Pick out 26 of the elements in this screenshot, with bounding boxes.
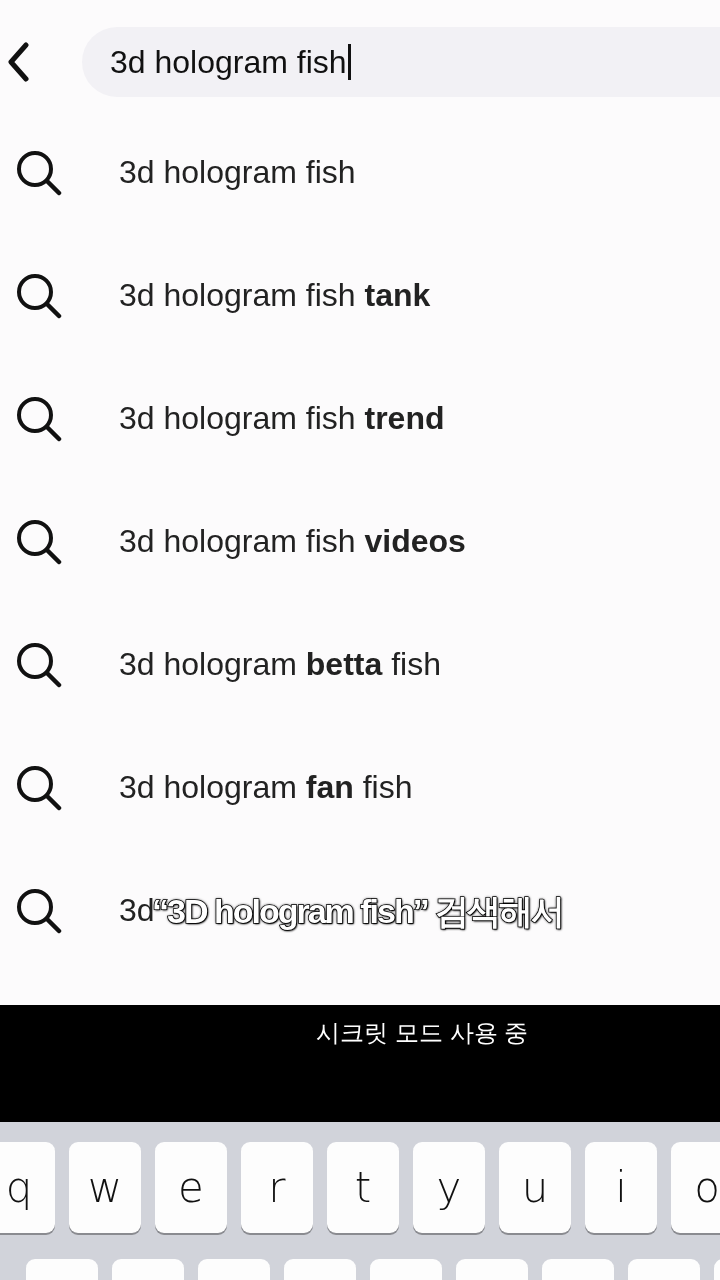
suggestion-item[interactable]: 3d hologram fish trend (0, 357, 447, 480)
keyboard-key[interactable]: i (585, 1142, 657, 1233)
keyboard-key[interactable]: t (327, 1142, 399, 1233)
suggestion-item[interactable]: 3d hologram fish videos (0, 480, 468, 603)
search-icon (16, 764, 62, 811)
suggestion-item[interactable]: 3d hologram fish (0, 111, 358, 234)
search-icon (16, 272, 62, 319)
keyboard-key[interactable]: q (0, 1142, 55, 1233)
suggestion-item[interactable]: 3d hologram fan fish (0, 726, 415, 849)
keyboard-key[interactable]: u (499, 1142, 571, 1233)
search-icon (16, 887, 62, 934)
keyboard-key[interactable]: y (413, 1142, 485, 1233)
back-icon[interactable] (6, 42, 30, 82)
search-field[interactable]: 3d hologram fish (82, 27, 720, 97)
keyboard-key[interactable]: e (155, 1142, 227, 1233)
search-icon (16, 395, 62, 442)
suggestion-item[interactable]: 3d hologram betta fish (0, 603, 443, 726)
keyboard-key[interactable]: r (241, 1142, 313, 1233)
search-icon (16, 149, 62, 196)
keyboard-key[interactable]: o (671, 1142, 720, 1233)
incognito-label: 시크릿 모드 사용 중 (316, 1018, 529, 1047)
search-icon (16, 641, 62, 688)
search-icon (16, 518, 62, 565)
video-caption: “3D hologram fish” 검색해서 (152, 891, 564, 934)
keyboard-key[interactable]: w (69, 1142, 141, 1233)
suggestion-item[interactable]: 3d hologram fish tank (0, 234, 433, 357)
